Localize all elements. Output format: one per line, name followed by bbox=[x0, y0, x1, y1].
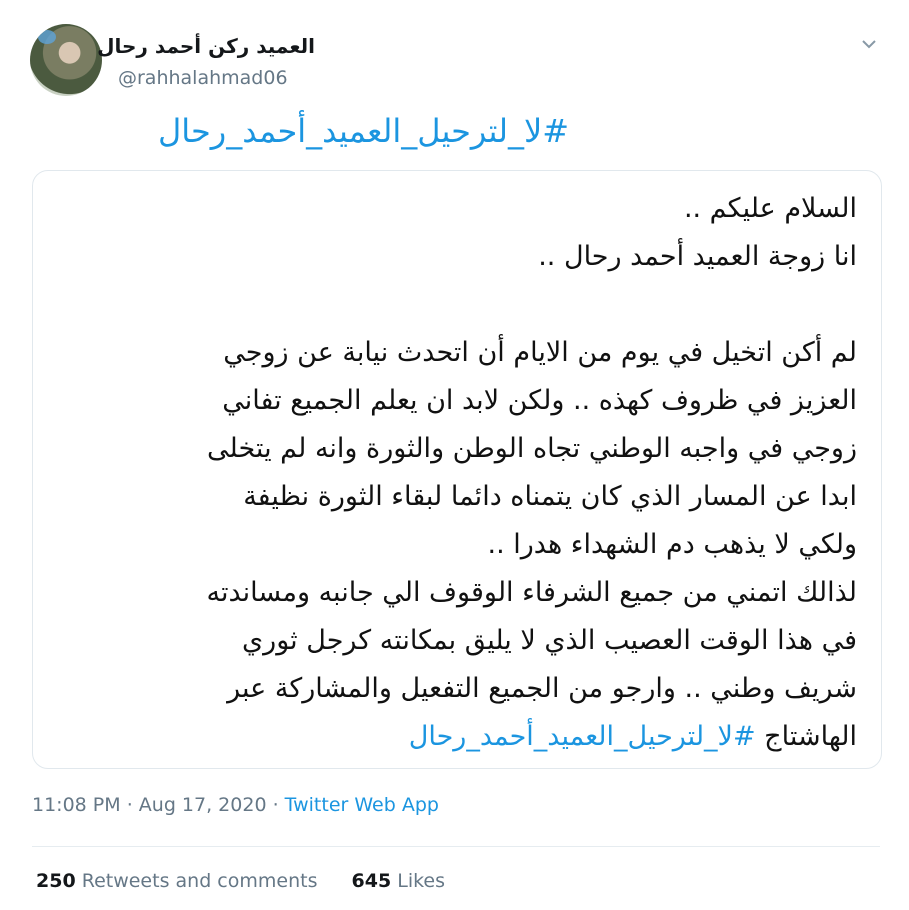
retweets-label: Retweets and comments bbox=[81, 870, 318, 892]
tweet-source-link[interactable]: Twitter Web App bbox=[285, 794, 439, 816]
image-line-last: الهاشتاج #لا_لترحيل_العميد_أحمد_رحال bbox=[67, 713, 857, 761]
image-line: شريف وطني .. وارجو من الجميع التفعيل وال… bbox=[227, 673, 857, 704]
image-hashtag: #لا_لترحيل_العميد_أحمد_رحال bbox=[408, 721, 756, 752]
image-text-block: السلام عليكم .. انا زوجة العميد أحمد رحا… bbox=[67, 185, 858, 761]
image-line-spacer bbox=[67, 281, 857, 329]
image-line-prefix: الهاشتاج bbox=[764, 721, 857, 752]
chevron-down-icon[interactable] bbox=[859, 34, 879, 54]
image-line: ولكي لا يذهب دم الشهداء هدرا .. bbox=[487, 529, 858, 560]
tweet-meta: 11:08 PM · Aug 17, 2020 · Twitter Web Ap… bbox=[32, 794, 439, 816]
tweet-header: العميد ركن أحمد رحال @rahhalahmad06 bbox=[0, 12, 909, 96]
likes-label: Likes bbox=[397, 870, 446, 892]
tweet-hashtag-link[interactable]: #لا_لترحيل_العميد_أحمد_رحال bbox=[158, 112, 569, 150]
divider bbox=[32, 846, 880, 847]
tweet-date[interactable]: Aug 17, 2020 bbox=[139, 794, 267, 816]
image-line: ابدا عن المسار الذي كان يتمناه دائما لبق… bbox=[243, 481, 857, 512]
retweets-count: 250 bbox=[36, 870, 76, 892]
image-line: لم أكن اتخيل في يوم من الايام أن اتحدث ن… bbox=[223, 337, 857, 368]
image-line: السلام عليكم .. bbox=[683, 193, 857, 224]
image-line: العزيز في ظروف كهذه .. ولكن لابد ان يعلم… bbox=[222, 385, 857, 416]
meta-separator: · bbox=[266, 794, 285, 816]
likes-stat[interactable]: 645 Likes bbox=[352, 870, 446, 892]
tweet-time[interactable]: 11:08 PM bbox=[32, 794, 121, 816]
likes-count: 645 bbox=[351, 870, 392, 892]
image-line: انا زوجة العميد أحمد رحال .. bbox=[538, 241, 857, 272]
tweet-image-card[interactable]: السلام عليكم .. انا زوجة العميد أحمد رحا… bbox=[32, 170, 882, 769]
author-display-name[interactable]: العميد ركن أحمد رحال bbox=[97, 34, 315, 58]
retweets-stat[interactable]: 250 Retweets and comments bbox=[36, 870, 317, 892]
image-line: زوجي في واجبه الوطني تجاه الوطن والثورة … bbox=[207, 433, 857, 464]
avatar[interactable] bbox=[30, 24, 102, 96]
image-line: في هذا الوقت العصيب الذي لا يليق بمكانته… bbox=[242, 625, 857, 656]
tweet-stats: 250 Retweets and comments 645 Likes bbox=[36, 870, 473, 892]
meta-separator: · bbox=[120, 794, 139, 816]
avatar-badge bbox=[38, 30, 56, 44]
author-handle[interactable]: @rahhalahmad06 bbox=[118, 67, 288, 89]
image-line: لذالك اتمني من جميع الشرفاء الوقوف الي ج… bbox=[206, 577, 858, 608]
